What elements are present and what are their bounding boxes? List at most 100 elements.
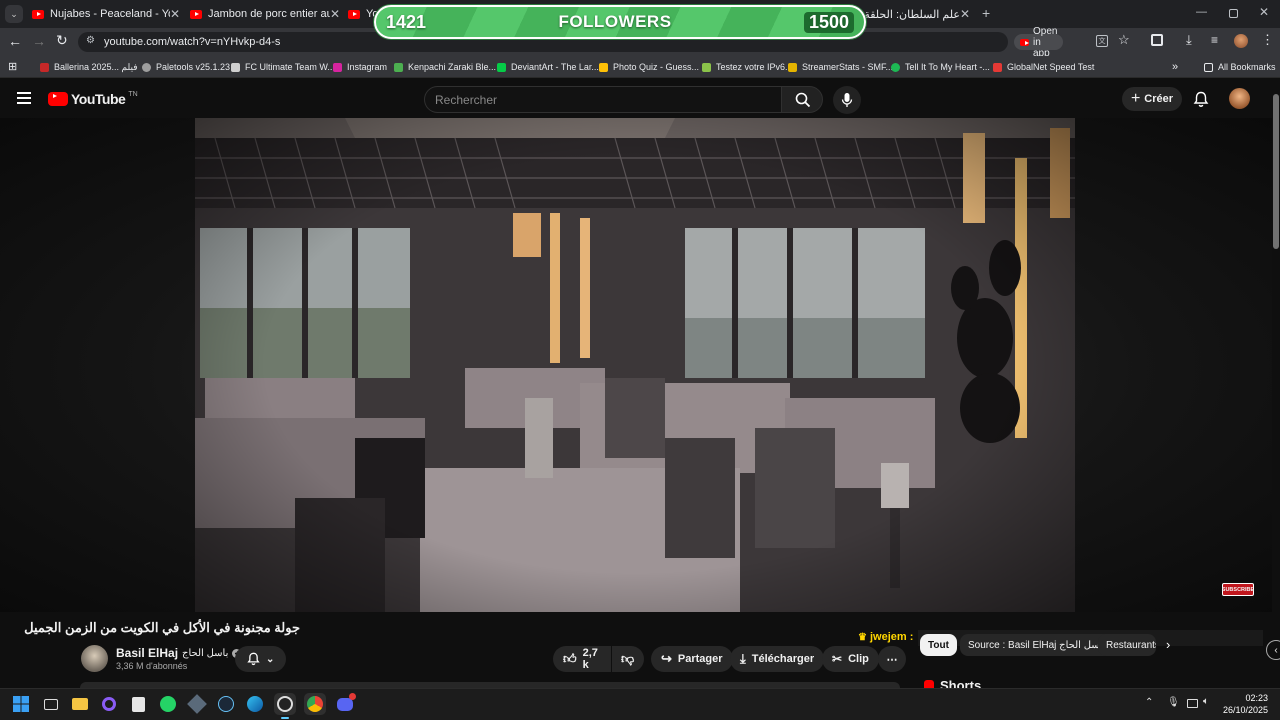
menu-icon[interactable]: ⋮	[1261, 32, 1274, 48]
search-input[interactable]: Rechercher	[424, 86, 782, 113]
file-explorer-icon[interactable]	[69, 693, 91, 715]
media-control-icon[interactable]: ≡	[1211, 33, 1218, 47]
chevron-down-icon: ⌄	[10, 8, 18, 19]
translate-icon[interactable]: 文	[1096, 35, 1108, 47]
notification-subscribe-button[interactable]: ⌄	[235, 646, 287, 672]
chrome-icon[interactable]	[304, 693, 326, 715]
tab-nujabes[interactable]: Nujabes - Peaceland - YouTube ✕	[32, 0, 180, 28]
bookmark-ipv6[interactable]: Testez votre IPv6.	[702, 56, 788, 78]
taskbar-date[interactable]: 26/10/2025	[1222, 705, 1268, 715]
bookmark-label: Testez votre IPv6.	[716, 62, 788, 72]
chip-all[interactable]: Tout	[920, 634, 957, 656]
profile-avatar[interactable]	[1234, 34, 1248, 48]
youtube-logo[interactable]: YouTube TN	[48, 91, 138, 107]
close-icon[interactable]: ✕	[960, 7, 970, 21]
close-icon[interactable]: ✕	[170, 7, 180, 21]
bookmark-deviantart[interactable]: DeviantArt - The Lar...	[497, 56, 599, 78]
more-actions-button[interactable]: ⋯	[878, 646, 906, 672]
back-icon[interactable]: ←	[8, 33, 22, 49]
star-icon[interactable]: ☆	[1118, 32, 1130, 48]
youtube-icon	[190, 9, 202, 19]
tray-overflow-icon[interactable]: ⌃	[1145, 697, 1153, 708]
notepad-icon[interactable]	[127, 693, 149, 715]
subscribe-badge[interactable]: SUBSCRIBE	[1222, 583, 1254, 596]
chat-user-label: jwejem :	[869, 631, 914, 643]
bookmark-tell-it[interactable]: Tell It To My Heart -...	[891, 56, 990, 78]
url-text[interactable]: youtube.com/watch?v=nYHvkp-d4-s	[104, 36, 280, 48]
whatsapp-icon[interactable]	[157, 693, 179, 715]
tray-volume-icon[interactable]: 🔈︎	[1203, 696, 1209, 707]
chip-next-icon[interactable]: ›	[1166, 637, 1170, 652]
clip-label: Clip	[848, 653, 869, 665]
channel-name[interactable]: Basil ElHaj	[116, 646, 178, 660]
task-view-icon[interactable]	[40, 693, 62, 715]
discord-icon[interactable]	[334, 693, 356, 715]
maximize-button[interactable]	[1229, 9, 1238, 18]
voice-search-button[interactable]	[833, 86, 861, 114]
bookmark-label: Photo Quiz - Guess...	[613, 62, 700, 72]
all-bookmarks-label: All Bookmarks	[1218, 62, 1276, 72]
bookmark-label: StreamerStats - SMF...	[802, 62, 894, 72]
scrollbar-thumb[interactable]	[1273, 94, 1279, 249]
search-button[interactable]	[781, 86, 823, 113]
bookmark-streamerstats[interactable]: StreamerStats - SMF...	[788, 56, 893, 78]
dislike-button[interactable]: 👎︎	[612, 646, 644, 672]
new-tab-button[interactable]: +	[982, 5, 990, 21]
minimize-button[interactable]: —	[1196, 6, 1207, 18]
hamburger-menu-icon[interactable]	[17, 92, 31, 104]
tray-display-icon[interactable]	[1187, 699, 1198, 708]
more-bookmarks-icon[interactable]: »	[1172, 56, 1178, 78]
obs-icon[interactable]	[274, 693, 296, 715]
all-bookmarks[interactable]: All Bookmarks	[1204, 56, 1276, 78]
tab-title: Jambon de porc entier au four	[208, 8, 330, 20]
steam-icon[interactable]	[215, 693, 237, 715]
bookmark-kenpachi[interactable]: Kenpachi Zaraki Ble...	[394, 56, 496, 78]
taskbar-time[interactable]: 02:23	[1228, 693, 1268, 703]
forward-icon[interactable]: →	[32, 33, 46, 49]
bookmark-instagram[interactable]: Instagram	[333, 56, 387, 78]
download-icon[interactable]: ⤓	[1186, 32, 1192, 48]
subscriber-count: 3,36 M d'abonnés	[116, 661, 188, 671]
apps-icon[interactable]: ⊞	[8, 60, 17, 73]
video-player[interactable]	[195, 118, 1075, 612]
channel-name-row[interactable]: Basil ElHaj باسل الحاج ✓	[116, 646, 242, 660]
account-avatar[interactable]	[1229, 88, 1250, 109]
clip-button[interactable]: ✂ Clip	[822, 646, 879, 672]
tray-microphone-icon[interactable]: 🎙︎	[1167, 697, 1180, 708]
site-info-icon[interactable]: ⚙	[86, 35, 95, 46]
bookmark-paletools[interactable]: Paletools v25.1.23	[142, 56, 230, 78]
country-code: TN	[128, 91, 138, 98]
bookmark-fc-ultimate[interactable]: FC Ultimate Team W...	[231, 56, 335, 78]
channel-name-arabic[interactable]: باسل الحاج	[182, 648, 228, 659]
create-button[interactable]: + Créer	[1122, 87, 1182, 111]
bookmark-label: DeviantArt - The Lar...	[511, 62, 599, 72]
bookmark-photo-quiz[interactable]: Photo Quiz - Guess...	[599, 56, 699, 78]
page-scrollbar[interactable]	[1272, 80, 1280, 688]
bookmark-favicon	[231, 62, 240, 72]
bookmark-favicon	[993, 62, 1002, 72]
bookmark-ballerina[interactable]: Ballerina 2025... فيلم	[40, 56, 138, 78]
chip-restaurants[interactable]: Restaurants	[1098, 634, 1156, 656]
scissors-icon: ✂	[832, 652, 843, 666]
windows-start-icon[interactable]	[10, 693, 32, 715]
cortana-icon[interactable]	[98, 693, 120, 715]
side-scroll-button[interactable]: ‹	[1266, 640, 1280, 660]
like-button[interactable]: 👍︎ 2,7 k	[553, 646, 611, 672]
open-in-app-button[interactable]: Open in app	[1014, 26, 1064, 59]
bookmark-globalnet[interactable]: GlobalNet Speed Test	[993, 56, 1094, 78]
instagram-icon	[333, 62, 342, 72]
share-button[interactable]: ↪ Partager	[651, 646, 733, 672]
tab-arabic[interactable]: علم السلطان: الحلقة 9 | ناق ✕	[858, 0, 970, 28]
app-icon[interactable]	[186, 693, 208, 715]
tab-search-button[interactable]: ⌄	[5, 5, 23, 23]
tab-jambon[interactable]: Jambon de porc entier au four ✕	[190, 0, 340, 28]
close-window-button[interactable]: ✕	[1259, 5, 1269, 19]
download-button[interactable]: ⤓ Télécharger	[730, 646, 825, 672]
close-icon[interactable]: ✕	[330, 7, 340, 21]
extensions-icon[interactable]	[1151, 34, 1163, 46]
channel-avatar[interactable]	[81, 645, 108, 672]
edge-icon[interactable]	[244, 693, 266, 715]
reload-icon[interactable]: ↻	[56, 32, 68, 49]
chip-source[interactable]: Source : Basil ElHaj باسل الحاج	[960, 634, 1114, 656]
notifications-bell-icon[interactable]	[1193, 91, 1209, 113]
